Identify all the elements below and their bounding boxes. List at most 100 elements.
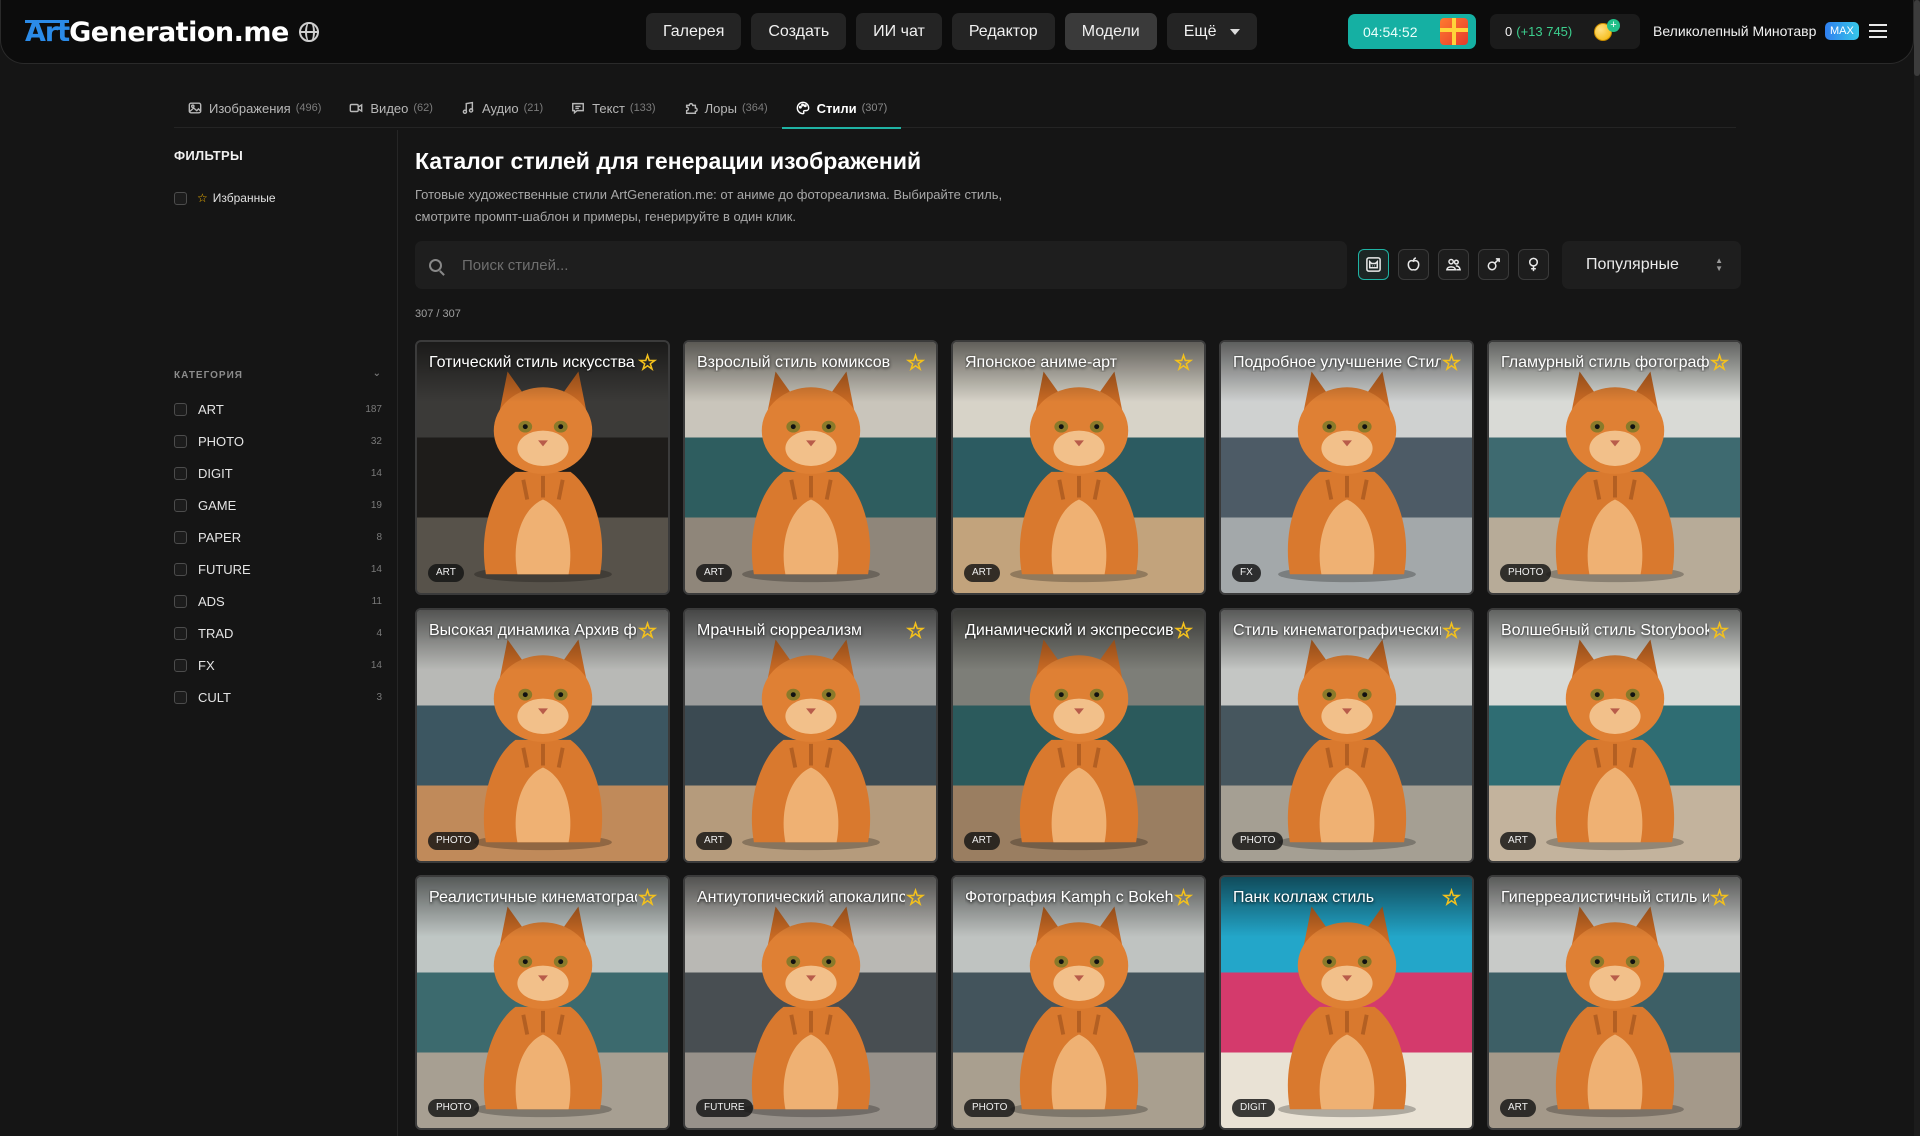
style-card[interactable]: Панк коллаж стиль ★ DIGIT — [1219, 875, 1474, 1130]
style-card[interactable]: Антиутопический апокалипсис ★ FUTURE — [683, 875, 938, 1130]
promo-timer[interactable]: 04:54:52 — [1348, 14, 1476, 49]
style-card[interactable]: Подробное улучшение Стиль ★ FX — [1219, 340, 1474, 595]
category-checkbox[interactable] — [174, 690, 187, 704]
favorite-star-icon[interactable]: ★ — [1442, 620, 1461, 643]
filter-male-toggle[interactable] — [1478, 249, 1509, 280]
favorite-star-icon[interactable]: ★ — [906, 887, 925, 910]
scrollbar-thumb[interactable] — [1914, 0, 1920, 76]
style-card[interactable]: Мрачный сюрреализм ★ ART — [683, 608, 938, 863]
favorites-filter[interactable]: ☆ Избранные — [174, 190, 276, 206]
favorite-star-icon[interactable]: ★ — [906, 352, 925, 375]
category-game[interactable]: GAME 19 — [174, 497, 382, 513]
category-checkbox[interactable] — [174, 562, 187, 576]
category-checkbox[interactable] — [174, 658, 187, 672]
category-checkbox[interactable] — [174, 402, 187, 416]
tab-video[interactable]: Видео (62) — [335, 88, 447, 128]
cat-face-icon — [1366, 257, 1381, 272]
category-fx[interactable]: FX 14 — [174, 657, 382, 673]
filter-cat-toggle[interactable] — [1358, 249, 1389, 280]
card-title-fade — [1489, 610, 1740, 670]
style-category-badge: PHOTO — [428, 1099, 480, 1117]
favorite-star-icon[interactable]: ★ — [638, 352, 657, 375]
favorite-star-icon[interactable]: ★ — [1174, 352, 1193, 375]
tab-loras[interactable]: Лоры (364) — [670, 88, 782, 128]
content-type-tabs: Изображения (496) Видео (62) Аудио (21) Тек… — [174, 88, 1736, 129]
coin-balance[interactable]: 0 (+13 745) + — [1490, 14, 1640, 49]
menu-icon[interactable] — [1869, 23, 1887, 39]
chevron-down-icon[interactable]: ⌄ — [373, 368, 382, 379]
sort-arrows-icon: ▲ ▼ — [1715, 256, 1723, 273]
sort-select[interactable]: Популярные ▲ ▼ — [1562, 241, 1741, 289]
favorite-star-icon[interactable]: ★ — [638, 620, 657, 643]
favorite-star-icon[interactable]: ★ — [638, 887, 657, 910]
category-checkbox[interactable] — [174, 626, 187, 640]
category-header[interactable]: КАТЕГОРИЯ ⌄ — [174, 368, 382, 381]
favorite-star-icon[interactable]: ★ — [1710, 887, 1729, 910]
style-card-title: Взрослый стиль комиксов — [697, 354, 891, 371]
favorite-star-icon[interactable]: ★ — [1442, 352, 1461, 375]
tab-images[interactable]: Изображения (496) — [174, 88, 335, 128]
category-checkbox[interactable] — [174, 466, 187, 480]
style-card[interactable]: Реалистичные кинематографичные★ PHOTO — [415, 875, 670, 1130]
nav-create[interactable]: Создать — [751, 13, 847, 50]
tab-text[interactable]: Текст (133) — [557, 88, 669, 128]
scrollbar-track[interactable] — [1914, 0, 1920, 1136]
style-card[interactable]: Гламурный стиль фотографии ★ PHOTO — [1487, 340, 1742, 595]
category-checkbox[interactable] — [174, 434, 187, 448]
username[interactable]: Великолепный Минотавр — [1653, 23, 1816, 39]
style-card[interactable]: Готический стиль искусства ★ ART — [415, 340, 670, 595]
nav-gallery[interactable]: Галерея — [646, 13, 742, 50]
favorite-star-icon[interactable]: ★ — [1174, 887, 1193, 910]
search-bar[interactable] — [415, 241, 1347, 289]
logo[interactable]: Art Generation.me — [25, 14, 319, 50]
style-card-title: Гиперреалистичный стиль и — [1501, 889, 1709, 906]
favorite-star-icon[interactable]: ★ — [1710, 352, 1729, 375]
filter-female-toggle[interactable] — [1518, 249, 1549, 280]
category-photo[interactable]: PHOTO 32 — [174, 433, 382, 449]
nav-models[interactable]: Модели — [1064, 13, 1157, 50]
style-category-badge: FX — [1232, 564, 1261, 582]
category-checkbox[interactable] — [174, 594, 187, 608]
style-category-badge: ART — [696, 564, 732, 582]
category-checkbox[interactable] — [174, 530, 187, 544]
globe-icon[interactable] — [298, 22, 319, 42]
plan-badge: MAX — [1825, 22, 1859, 40]
style-card[interactable]: Волшебный стиль Storybook ★ ART — [1487, 608, 1742, 863]
style-card[interactable]: Высокая динамика Архив фото★ PHOTO — [415, 608, 670, 863]
favorite-star-icon[interactable]: ★ — [1174, 620, 1193, 643]
card-title-fade — [953, 342, 1204, 402]
category-checkbox[interactable] — [174, 498, 187, 512]
favorite-star-icon[interactable]: ★ — [906, 620, 925, 643]
style-card[interactable]: Взрослый стиль комиксов ★ ART — [683, 340, 938, 595]
style-card[interactable]: Стиль кинематографический ★ PHOTO — [1219, 608, 1474, 863]
add-coins-button[interactable]: + — [1607, 19, 1620, 32]
search-input[interactable] — [462, 256, 1322, 274]
card-title-fade — [685, 610, 936, 670]
style-category-badge: PHOTO — [964, 1099, 1016, 1117]
card-title-fade — [417, 877, 668, 937]
nav-ai-chat[interactable]: ИИ чат — [856, 13, 942, 50]
tab-audio[interactable]: Аудио (21) — [447, 88, 557, 128]
main-nav: Галерея Создать ИИ чат Редактор Модели Е… — [646, 13, 1258, 50]
category-trad[interactable]: TRAD 4 — [174, 625, 382, 641]
filter-group-toggle[interactable] — [1438, 249, 1469, 280]
category-cult[interactable]: CULT 3 — [174, 689, 382, 705]
tab-styles[interactable]: Стили (307) — [781, 88, 902, 129]
nav-more-dropdown[interactable]: Ещё — [1166, 13, 1258, 50]
style-category-badge: ART — [1500, 1099, 1536, 1117]
category-paper[interactable]: PAPER 8 — [174, 529, 382, 545]
style-card[interactable]: Динамический и экспрессивный★ ART — [951, 608, 1206, 863]
favorite-star-icon[interactable]: ★ — [1442, 887, 1461, 910]
style-card[interactable]: Фотография Kamph с Bokeh ★ PHOTO — [951, 875, 1206, 1130]
nav-editor[interactable]: Редактор — [951, 13, 1055, 50]
style-card[interactable]: Гиперреалистичный стиль и ★ ART — [1487, 875, 1742, 1130]
favorites-checkbox[interactable] — [174, 191, 187, 205]
category-future[interactable]: FUTURE 14 — [174, 561, 382, 577]
style-category-badge: ART — [428, 564, 464, 582]
filter-object-toggle[interactable] — [1398, 249, 1429, 280]
favorite-star-icon[interactable]: ★ — [1710, 620, 1729, 643]
style-card[interactable]: Японское аниме-арт ★ ART — [951, 340, 1206, 595]
category-digit[interactable]: DIGIT 14 — [174, 465, 382, 481]
category-ads[interactable]: ADS 11 — [174, 593, 382, 609]
category-art[interactable]: ART 187 — [174, 401, 382, 417]
